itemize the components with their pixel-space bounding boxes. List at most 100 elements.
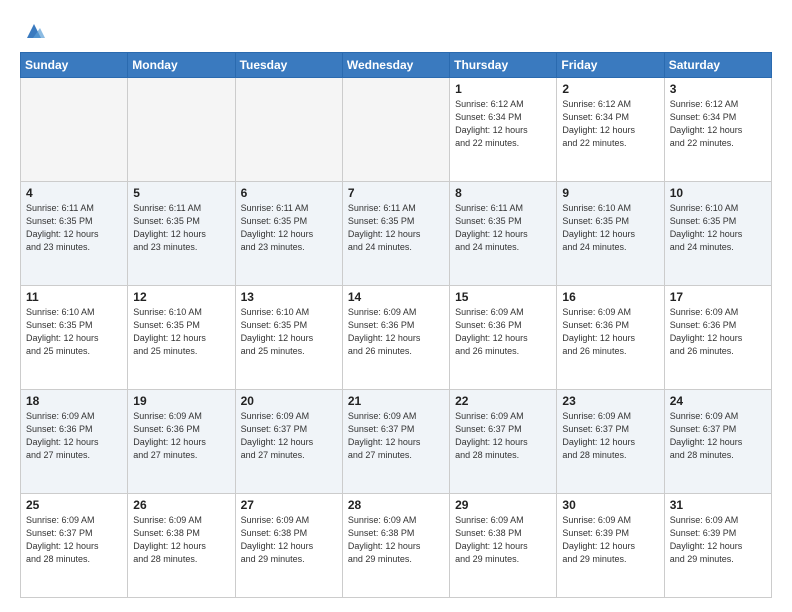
day-number: 29: [455, 498, 551, 512]
calendar-cell: 4 Sunrise: 6:11 AM Sunset: 6:35 PM Daylig…: [21, 182, 128, 286]
calendar-cell: 15Sunrise: 6:09 AM Sunset: 6:36 PM Dayli…: [450, 286, 557, 390]
day-number: 20: [241, 394, 337, 408]
page: SundayMondayTuesdayWednesdayThursdayFrid…: [0, 0, 792, 612]
day-info: Sunrise: 6:12 AM Sunset: 6:34 PM Dayligh…: [670, 98, 766, 150]
calendar-cell: [235, 78, 342, 182]
calendar-cell: 16 Sunrise: 6:09 AM Sunset: 6:36 PM Dayli…: [557, 286, 664, 390]
header: [20, 18, 772, 42]
calendar-cell: 5 Sunrise: 6:11 AM Sunset: 6:35 PM Daylig…: [128, 182, 235, 286]
day-info: Sunrise: 6:09 AM Sunset: 6:37 PM Dayligh…: [455, 410, 551, 462]
calendar-cell: 30Sunrise: 6:09 AM Sunset: 6:39 PM Dayli…: [557, 494, 664, 598]
day-number: 9: [562, 186, 658, 200]
day-number: 30: [562, 498, 658, 512]
day-info: Sunrise: 6:12 AM Sunset: 6:34 PM Dayligh…: [455, 98, 551, 150]
day-info: Sunrise: 6:09 AM Sunset: 6:36 PM Dayligh…: [348, 306, 444, 358]
calendar-cell: 3Sunrise: 6:12 AM Sunset: 6:34 PM Daylig…: [664, 78, 771, 182]
day-info: Sunrise: 6:09 AM Sunset: 6:37 PM Dayligh…: [562, 410, 658, 462]
day-info: Sunrise: 6:11 AM Sunset: 6:35 PM Dayligh…: [455, 202, 551, 254]
day-info: Sunrise: 6:11 AM Sunset: 6:35 PM Dayligh…: [26, 202, 122, 254]
day-info: Sunrise: 6:09 AM Sunset: 6:38 PM Dayligh…: [241, 514, 337, 566]
day-info: Sunrise: 6:09 AM Sunset: 6:38 PM Dayligh…: [455, 514, 551, 566]
day-number: 28: [348, 498, 444, 512]
weekday-header-row: SundayMondayTuesdayWednesdayThursdayFrid…: [21, 53, 772, 78]
day-number: 24: [670, 394, 766, 408]
day-info: Sunrise: 6:10 AM Sunset: 6:35 PM Dayligh…: [133, 306, 229, 358]
calendar-cell: 6Sunrise: 6:11 AM Sunset: 6:35 PM Daylig…: [235, 182, 342, 286]
calendar-cell: [342, 78, 449, 182]
day-number: 13: [241, 290, 337, 304]
day-info: Sunrise: 6:09 AM Sunset: 6:36 PM Dayligh…: [455, 306, 551, 358]
calendar-cell: 17 Sunrise: 6:09 AM Sunset: 6:36 PM Dayli…: [664, 286, 771, 390]
calendar-table: SundayMondayTuesdayWednesdayThursdayFrid…: [20, 52, 772, 598]
day-number: 8: [455, 186, 551, 200]
day-info: Sunrise: 6:09 AM Sunset: 6:36 PM Dayligh…: [26, 410, 122, 462]
calendar-cell: 13 Sunrise: 6:10 AM Sunset: 6:35 PM Dayli…: [235, 286, 342, 390]
calendar-cell: 26Sunrise: 6:09 AM Sunset: 6:38 PM Dayli…: [128, 494, 235, 598]
calendar-cell: [21, 78, 128, 182]
day-info: Sunrise: 6:10 AM Sunset: 6:35 PM Dayligh…: [241, 306, 337, 358]
weekday-header-sunday: Sunday: [21, 53, 128, 78]
calendar-cell: 2 Sunrise: 6:12 AM Sunset: 6:34 PM Daylig…: [557, 78, 664, 182]
day-info: Sunrise: 6:09 AM Sunset: 6:36 PM Dayligh…: [670, 306, 766, 358]
weekday-header-monday: Monday: [128, 53, 235, 78]
day-info: Sunrise: 6:09 AM Sunset: 6:38 PM Dayligh…: [348, 514, 444, 566]
calendar-cell: 27 Sunrise: 6:09 AM Sunset: 6:38 PM Dayli…: [235, 494, 342, 598]
day-info: Sunrise: 6:09 AM Sunset: 6:36 PM Dayligh…: [133, 410, 229, 462]
day-number: 5: [133, 186, 229, 200]
day-info: Sunrise: 6:10 AM Sunset: 6:35 PM Dayligh…: [26, 306, 122, 358]
day-number: 31: [670, 498, 766, 512]
day-info: Sunrise: 6:11 AM Sunset: 6:35 PM Dayligh…: [348, 202, 444, 254]
calendar-cell: 10Sunrise: 6:10 AM Sunset: 6:35 PM Dayli…: [664, 182, 771, 286]
day-number: 17: [670, 290, 766, 304]
day-info: Sunrise: 6:09 AM Sunset: 6:37 PM Dayligh…: [670, 410, 766, 462]
calendar-week-3: 11 Sunrise: 6:10 AM Sunset: 6:35 PM Dayli…: [21, 286, 772, 390]
calendar-cell: 20 Sunrise: 6:09 AM Sunset: 6:37 PM Dayli…: [235, 390, 342, 494]
day-number: 22: [455, 394, 551, 408]
day-number: 1: [455, 82, 551, 96]
day-number: 19: [133, 394, 229, 408]
calendar-cell: 11 Sunrise: 6:10 AM Sunset: 6:35 PM Dayli…: [21, 286, 128, 390]
weekday-header-friday: Friday: [557, 53, 664, 78]
day-number: 21: [348, 394, 444, 408]
calendar-week-5: 25 Sunrise: 6:09 AM Sunset: 6:37 PM Dayli…: [21, 494, 772, 598]
day-number: 27: [241, 498, 337, 512]
calendar-cell: 9 Sunrise: 6:10 AM Sunset: 6:35 PM Daylig…: [557, 182, 664, 286]
calendar-cell: 18 Sunrise: 6:09 AM Sunset: 6:36 PM Dayli…: [21, 390, 128, 494]
day-info: Sunrise: 6:09 AM Sunset: 6:37 PM Dayligh…: [241, 410, 337, 462]
day-number: 12: [133, 290, 229, 304]
day-info: Sunrise: 6:09 AM Sunset: 6:37 PM Dayligh…: [348, 410, 444, 462]
calendar-cell: 8 Sunrise: 6:11 AM Sunset: 6:35 PM Daylig…: [450, 182, 557, 286]
calendar-week-1: 1 Sunrise: 6:12 AM Sunset: 6:34 PM Daylig…: [21, 78, 772, 182]
weekday-header-saturday: Saturday: [664, 53, 771, 78]
day-info: Sunrise: 6:10 AM Sunset: 6:35 PM Dayligh…: [562, 202, 658, 254]
logo-icon: [23, 20, 45, 42]
day-number: 25: [26, 498, 122, 512]
calendar-week-4: 18 Sunrise: 6:09 AM Sunset: 6:36 PM Dayli…: [21, 390, 772, 494]
day-number: 11: [26, 290, 122, 304]
day-number: 10: [670, 186, 766, 200]
weekday-header-tuesday: Tuesday: [235, 53, 342, 78]
weekday-header-wednesday: Wednesday: [342, 53, 449, 78]
calendar-cell: 25 Sunrise: 6:09 AM Sunset: 6:37 PM Dayli…: [21, 494, 128, 598]
day-info: Sunrise: 6:12 AM Sunset: 6:34 PM Dayligh…: [562, 98, 658, 150]
day-number: 4: [26, 186, 122, 200]
calendar-cell: 23Sunrise: 6:09 AM Sunset: 6:37 PM Dayli…: [557, 390, 664, 494]
calendar-cell: 22 Sunrise: 6:09 AM Sunset: 6:37 PM Dayli…: [450, 390, 557, 494]
calendar-cell: 14 Sunrise: 6:09 AM Sunset: 6:36 PM Dayli…: [342, 286, 449, 390]
day-info: Sunrise: 6:09 AM Sunset: 6:39 PM Dayligh…: [670, 514, 766, 566]
calendar-week-2: 4 Sunrise: 6:11 AM Sunset: 6:35 PM Daylig…: [21, 182, 772, 286]
day-number: 7: [348, 186, 444, 200]
day-info: Sunrise: 6:09 AM Sunset: 6:37 PM Dayligh…: [26, 514, 122, 566]
weekday-header-thursday: Thursday: [450, 53, 557, 78]
calendar-cell: 29 Sunrise: 6:09 AM Sunset: 6:38 PM Dayli…: [450, 494, 557, 598]
calendar-cell: 1 Sunrise: 6:12 AM Sunset: 6:34 PM Daylig…: [450, 78, 557, 182]
day-info: Sunrise: 6:09 AM Sunset: 6:36 PM Dayligh…: [562, 306, 658, 358]
day-info: Sunrise: 6:11 AM Sunset: 6:35 PM Dayligh…: [133, 202, 229, 254]
calendar-cell: [128, 78, 235, 182]
day-number: 2: [562, 82, 658, 96]
day-number: 16: [562, 290, 658, 304]
day-info: Sunrise: 6:09 AM Sunset: 6:38 PM Dayligh…: [133, 514, 229, 566]
day-number: 14: [348, 290, 444, 304]
day-number: 6: [241, 186, 337, 200]
day-number: 18: [26, 394, 122, 408]
